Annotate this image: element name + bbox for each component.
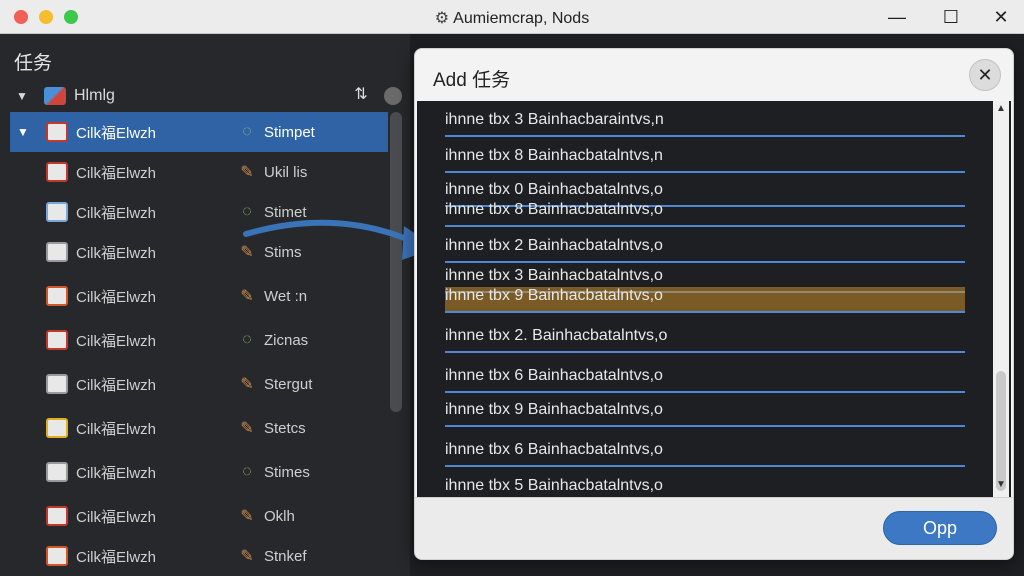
task-icon: [46, 162, 68, 182]
group-row[interactable]: ▼ Hlmlg: [10, 82, 390, 110]
task-list-item[interactable]: Cilk福Elwzh ✎ Stetcs: [10, 408, 388, 448]
task-icon: [46, 122, 68, 142]
group-label: Hlmlg: [74, 87, 115, 104]
minimize-icon: —: [888, 6, 906, 27]
spinner-icon: ◌: [242, 123, 252, 140]
dialog-list-item[interactable]: ihnne tbx 6 Bainhacbatalntvs,o: [445, 367, 965, 393]
maximize-icon: ☐: [942, 6, 960, 27]
task-list-item[interactable]: Cilk福Elwzh ✎ Ukil lis: [10, 152, 388, 192]
title-bar: ⚙ Aumiemcrap, Nods — ☐ ✕: [0, 0, 1024, 34]
task-label: Cilk福Elwzh: [76, 204, 157, 222]
dialog-list-item[interactable]: ihnne tbx 2 Bainhacbatalntvs,o: [445, 237, 965, 263]
task-list-item[interactable]: Cilk福Elwzh ✎ Wet :n: [10, 276, 388, 316]
scroll-down-icon[interactable]: ▼: [993, 479, 1009, 495]
task-label: Cilk福Elwzh: [76, 376, 157, 394]
task-list-item[interactable]: Cilk福Elwzh ✎ Stergut: [10, 364, 388, 404]
caret-down-icon[interactable]: ▼: [16, 89, 34, 103]
task-label: Cilk福Elwzh: [76, 124, 157, 142]
task-status: Oklh: [264, 507, 295, 525]
task-label: Cilk福Elwzh: [76, 464, 157, 482]
dialog-close-button[interactable]: ✕: [969, 59, 1001, 91]
dialog-footer: Opp: [415, 497, 1013, 559]
dialog-list-item[interactable]: ihnne tbx 6 Bainhacbatalntvs,o: [445, 441, 965, 467]
close-icon: ✕: [993, 6, 1009, 27]
task-status: Stnkef: [264, 547, 307, 565]
minimize-button[interactable]: —: [882, 4, 912, 30]
task-icon: [46, 330, 68, 350]
task-icon: [46, 506, 68, 526]
spinner-icon: ◌: [242, 331, 252, 348]
task-label: Cilk福Elwzh: [76, 548, 157, 566]
task-label: Cilk福Elwzh: [76, 164, 157, 182]
dialog-list-item[interactable]: ihnne tbx 9 Bainhacbatalntvs,o: [445, 401, 965, 427]
dialog-list-item[interactable]: ihnne tbx 8 Bainhacbatalntvs,o: [445, 201, 965, 227]
dialog-list-item[interactable]: ihnne tbx 2. Bainhacbatalntvs,o: [445, 327, 965, 353]
task-icon: [46, 462, 68, 482]
task-label: Cilk福Elwzh: [76, 244, 157, 262]
wrench-icon: ✎: [240, 548, 254, 565]
task-panel: 任务 ▼ Hlmlg ⇅ ▼ Cilk福Elwzh ◌ Stimpet Cilk福Elw…: [0, 34, 410, 576]
close-button[interactable]: ✕: [986, 4, 1016, 30]
options-button[interactable]: [384, 87, 402, 105]
task-list-item[interactable]: Cilk福Elwzh ✎ Stnkef: [10, 536, 388, 576]
group-icon: [44, 87, 66, 105]
task-icon: [46, 202, 68, 222]
maximize-button[interactable]: ☐: [936, 4, 966, 30]
task-icon: [46, 546, 68, 566]
spinner-icon: ◌: [242, 463, 252, 480]
dialog-item-list: ihnne tbx 3 Bainhacbaraintvs,n ihnne tbx …: [417, 101, 1011, 497]
scroll-thumb[interactable]: [996, 371, 1006, 491]
task-status: Stetcs: [264, 419, 306, 437]
task-list-item[interactable]: ▼ Cilk福Elwzh ◌ Stimpet: [10, 112, 388, 152]
task-label: Cilk福Elwzh: [76, 288, 157, 306]
task-list: ▼ Cilk福Elwzh ◌ Stimpet Cilk福Elwzh ✎ Ukil lis Ci…: [10, 112, 390, 576]
wrench-icon: ✎: [240, 508, 254, 525]
task-label: Cilk福Elwzh: [76, 420, 157, 438]
dialog-list-item[interactable]: ihnne tbx 3 Bainhacbaraintvs,n: [445, 111, 965, 137]
ok-button[interactable]: Opp: [883, 511, 997, 545]
wrench-icon: ✎: [240, 288, 254, 305]
wrench-icon: ✎: [240, 164, 254, 181]
task-label: Cilk福Elwzh: [76, 508, 157, 526]
dialog-title: Add 任务: [433, 70, 511, 91]
task-list-item[interactable]: Cilk福Elwzh ✎ Oklh: [10, 496, 388, 536]
task-icon: [46, 418, 68, 438]
dialog-list-item[interactable]: ihnne tbx 5 Bainhacbatalntvs,o: [445, 477, 965, 497]
task-status: Ukil lis: [264, 163, 308, 181]
task-label: Cilk福Elwzh: [76, 332, 157, 350]
task-status: Stimes: [264, 463, 310, 481]
dialog-list-item[interactable]: ihnne tbx 9 Bainhacbatalntvs,o: [445, 287, 965, 313]
task-status: Stergut: [264, 375, 313, 393]
wrench-icon: ✎: [240, 376, 254, 393]
task-icon: [46, 242, 68, 262]
task-icon: [46, 286, 68, 306]
close-icon: ✕: [977, 64, 993, 85]
caret-down-icon[interactable]: ▼: [10, 125, 36, 139]
window-title: ⚙ Aumiemcrap, Nods: [0, 8, 1024, 28]
add-task-dialog: Add 任务 ✕ ihnne tbx 3 Bainhacbaraintvs,n i…: [414, 48, 1014, 560]
sort-icon[interactable]: ⇅: [348, 84, 374, 108]
task-icon: [46, 374, 68, 394]
window-title-text: Aumiemcrap, Nods: [453, 10, 590, 27]
task-status: Zicnas: [264, 331, 309, 349]
task-list-item[interactable]: Cilk福Elwzh ◌ Zicnas: [10, 320, 388, 360]
dialog-scrollbar[interactable]: ▲ ▼: [993, 101, 1009, 497]
task-status: Wet :n: [264, 287, 308, 305]
wrench-icon: ✎: [240, 420, 254, 437]
scroll-up-icon[interactable]: ▲: [993, 103, 1009, 119]
dialog-list-item[interactable]: ihnne tbx 8 Bainhacbatalntvs,n: [445, 147, 965, 173]
task-list-item[interactable]: Cilk福Elwzh ◌ Stimes: [10, 452, 388, 492]
panel-heading: 任务: [14, 53, 53, 74]
task-status: Stimpet: [264, 123, 315, 141]
bolt-icon: ⚙: [434, 10, 450, 27]
